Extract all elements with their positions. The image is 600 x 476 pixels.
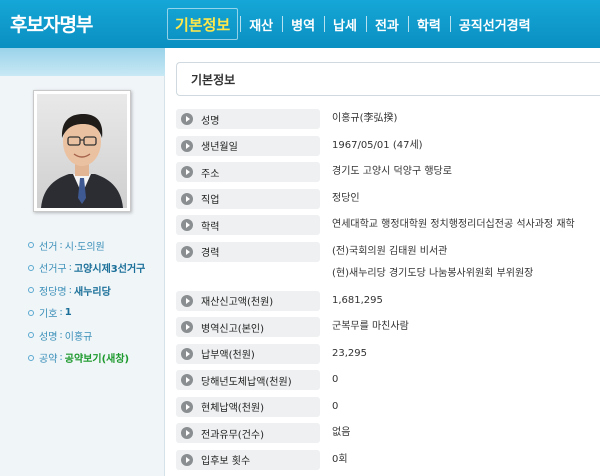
arrow-right-icon [181, 245, 193, 258]
arrow-right-icon [181, 321, 193, 333]
sidebar-band [0, 48, 165, 76]
arrow-right-icon [181, 219, 193, 231]
info-district: 선거구 : 고양시제3선거구 [28, 257, 145, 280]
field-row-property: 재산신고액(천원) 1,681,295 [176, 290, 600, 311]
tab-education[interactable]: 학력 [407, 0, 450, 48]
bullet-icon [28, 332, 34, 339]
field-row-candidacy-count: 입후보 횟수 0회 [176, 449, 600, 470]
info-ballot-number: 기호 : 1 [28, 302, 145, 325]
field-row-tax-arrears-year: 당해년도체납액(천원) 0 [176, 370, 600, 390]
arrow-right-icon [181, 139, 193, 152]
app-title: 후보자명부 [10, 14, 93, 36]
field-row-occupation: 직업 정당인 [176, 188, 600, 209]
field-row-education: 학력 연세대학교 행정대학원 정치행정리더십전공 석사과정 재학 [176, 215, 600, 235]
bullet-icon [28, 242, 34, 249]
candidate-portrait-image [37, 94, 127, 208]
field-row-military: 병역신고(본인) 군복무를 마친사람 [176, 317, 600, 337]
tab-military[interactable]: 병역 [282, 0, 324, 48]
candidate-sidebar: 선거 : 시·도의원 선거구 : 고양시제3선거구 정당명 : 새누리당 기호 … [0, 48, 165, 476]
field-row-name: 성명 이홍규(李弘揆) [176, 109, 600, 129]
arrow-right-icon [181, 347, 193, 360]
field-row-tax-arrears-current: 현체납액(천원) 0 [176, 396, 600, 417]
arrow-right-icon [181, 400, 193, 413]
section-title: 기본정보 [176, 62, 600, 96]
info-pledge: 공약 : 공약보기(새창) [28, 347, 145, 370]
pledge-link[interactable]: 공약보기(새창) [65, 350, 129, 365]
field-row-career: 경력 (전)국회의원 김태원 비서관 (현)새누리당 경기도당 나눔봉사위원회 … [176, 241, 600, 286]
field-row-birthdate: 생년월일 1967/05/01 (47세) [176, 135, 600, 156]
field-row-tax-paid: 납부액(천원) 23,295 [176, 343, 600, 364]
bullet-icon [28, 287, 34, 294]
arrow-right-icon [181, 166, 193, 178]
candidate-photo [33, 90, 131, 212]
tab-election-history[interactable]: 공직선거경력 [449, 0, 540, 48]
field-row-address: 주소 경기도 고양시 덕양구 행당로 [176, 162, 600, 182]
info-name: 성명 : 이홍규 [28, 324, 145, 347]
candidate-info-list: 선거 : 시·도의원 선거구 : 고양시제3선거구 정당명 : 새누리당 기호 … [28, 234, 145, 369]
arrow-right-icon [181, 453, 193, 466]
main-content: 기본정보 성명 이홍규(李弘揆) 생년월일 1967/05/01 (47세) 주… [176, 62, 600, 470]
arrow-right-icon [181, 294, 193, 307]
info-party: 정당명 : 새누리당 [28, 279, 145, 302]
arrow-right-icon [181, 374, 193, 386]
arrow-right-icon [181, 427, 193, 439]
arrow-right-icon [181, 192, 193, 205]
bullet-icon [28, 309, 34, 316]
tab-property[interactable]: 재산 [240, 0, 282, 48]
main-nav: 기본정보 재산 병역 납세 전과 학력 공직선거경력 [165, 0, 540, 48]
bullet-icon [28, 264, 34, 271]
bullet-icon [28, 354, 34, 361]
info-election: 선거 : 시·도의원 [28, 234, 145, 257]
tab-basic-info[interactable]: 기본정보 [165, 0, 240, 48]
career-line: (전)국회의원 김태원 비서관 [332, 245, 448, 257]
career-line: (현)새누리당 경기도당 나눔봉사위원회 부위원장 [332, 267, 534, 279]
tab-tax[interactable]: 납세 [324, 0, 366, 48]
arrow-right-icon [181, 113, 193, 125]
top-header: 후보자명부 기본정보 재산 병역 납세 전과 학력 공직선거경력 [0, 0, 600, 48]
field-row-criminal-record: 전과유무(건수) 없음 [176, 423, 600, 443]
tab-criminal-record[interactable]: 전과 [365, 0, 408, 48]
